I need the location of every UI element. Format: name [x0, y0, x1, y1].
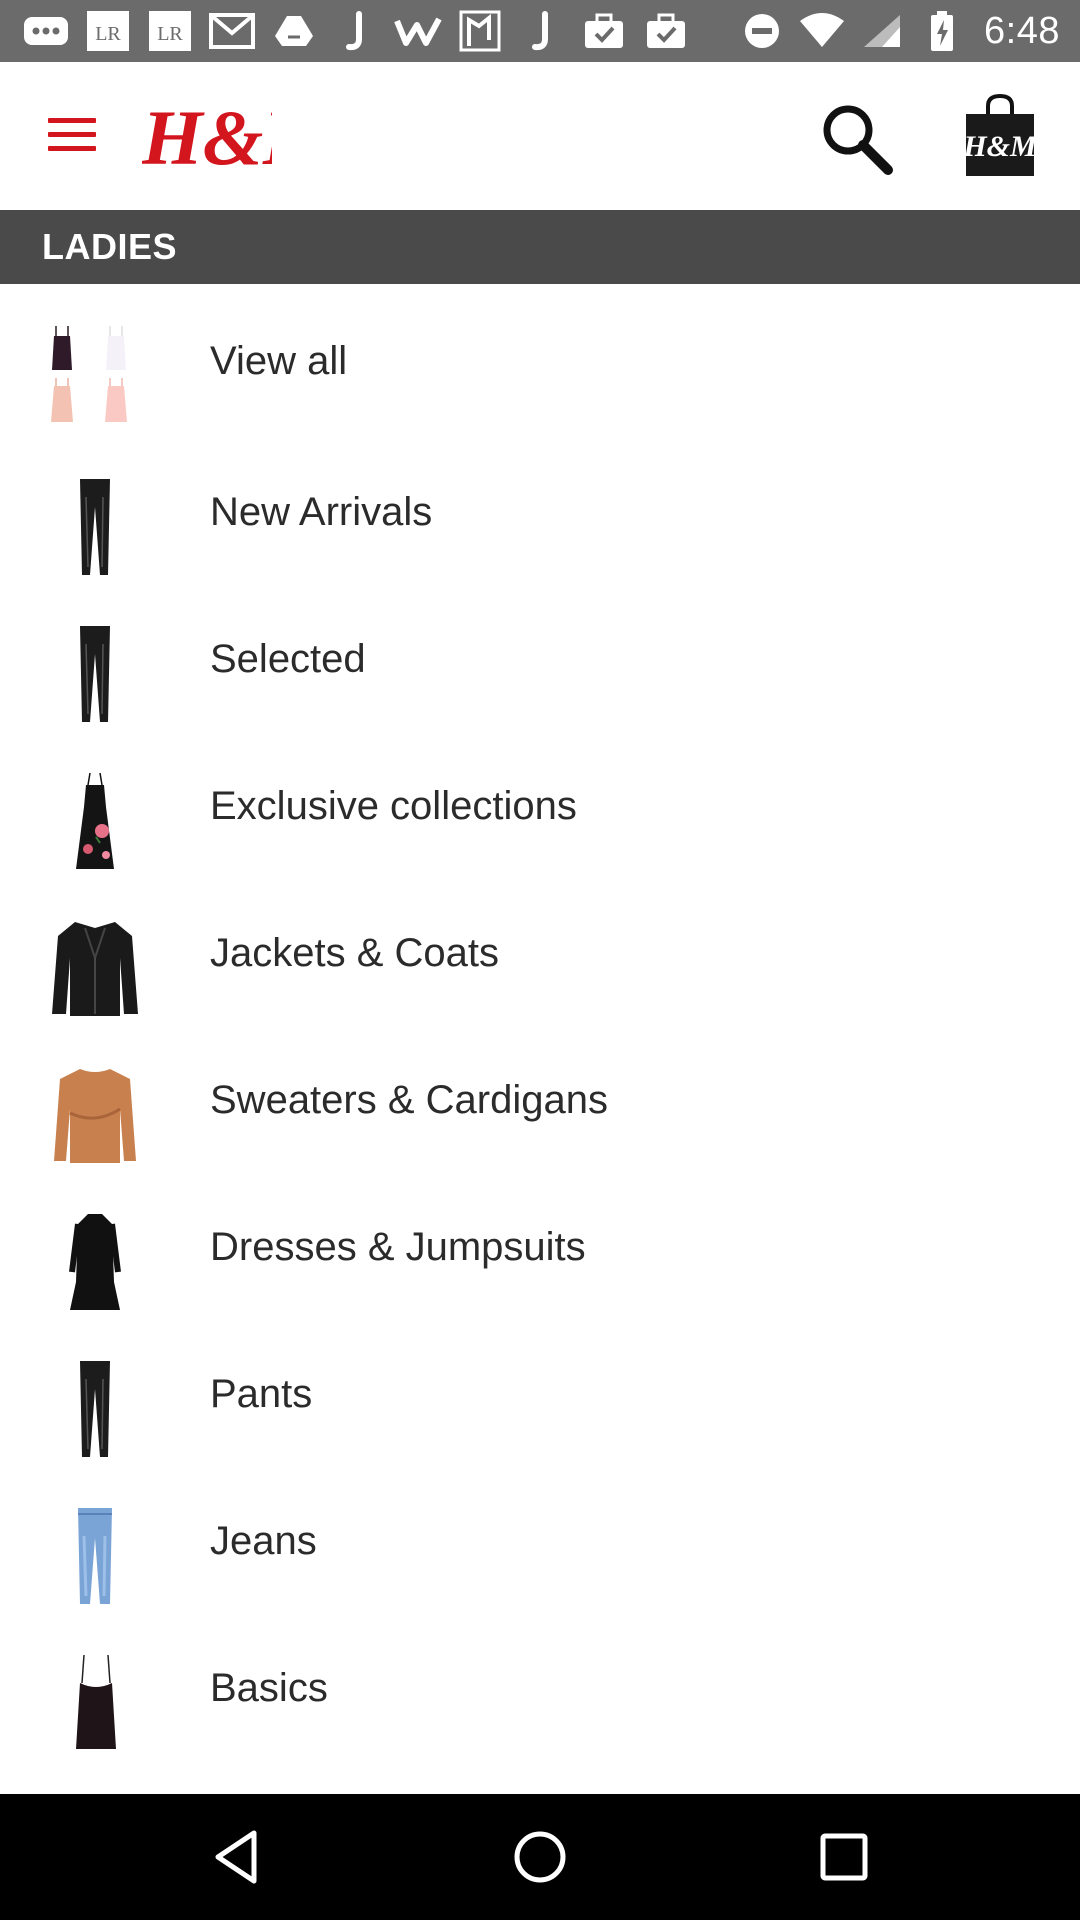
hamburger-line: [48, 146, 96, 151]
gmail-icon: [208, 10, 256, 52]
category-label: Jackets & Coats: [210, 931, 500, 975]
floral-dress-thumbnail: [76, 772, 114, 869]
app-header: H&M H&M: [0, 62, 1080, 210]
logo-text: H&M: [142, 94, 272, 181]
do-not-disturb-icon: [738, 10, 786, 52]
camisole-thumbnail: [76, 1654, 116, 1749]
category-item-jackets-coats[interactable]: Jackets & Coats: [0, 880, 1080, 1027]
more-dots-icon: [22, 10, 70, 52]
category-item-view-all[interactable]: View all: [0, 284, 1080, 439]
wifi-icon: [798, 10, 846, 52]
back-triangle-icon: [215, 1830, 257, 1884]
category-item-selected[interactable]: Selected: [0, 586, 1080, 733]
j-app-icon: [332, 10, 380, 52]
section-title: LADIES: [42, 226, 178, 267]
category-item-dresses-jumpsuits[interactable]: Dresses & Jumpsuits: [0, 1174, 1080, 1321]
status-bar: LR LR 6:48: [0, 0, 1080, 62]
leggings-thumbnail: [80, 1361, 110, 1457]
svg-text:LR: LR: [157, 23, 183, 45]
battery-charging-icon: [918, 10, 966, 52]
category-item-new-arrivals[interactable]: New Arrivals: [0, 439, 1080, 586]
notification-icons: LR LR: [22, 0, 690, 62]
shopping-bag-button[interactable]: H&M: [962, 92, 1038, 178]
leggings-thumbnail: [80, 626, 110, 722]
category-item-sweaters-cardigans[interactable]: Sweaters & Cardigans: [0, 1027, 1080, 1174]
jeans-thumbnail: [78, 1508, 112, 1604]
category-item-basics[interactable]: Basics: [0, 1615, 1080, 1762]
category-label: New Arrivals: [210, 490, 433, 534]
svg-text:LR: LR: [95, 23, 121, 45]
lightroom-icon: LR: [84, 10, 132, 52]
map-app-icon: [456, 10, 504, 52]
category-list: View all New Arrivals Selected Exclusive…: [0, 284, 1080, 1762]
camisoles-thumbnail: [51, 326, 127, 422]
hm-logo[interactable]: H&M: [141, 92, 335, 182]
w-app-icon: [394, 10, 442, 52]
back-button[interactable]: [206, 1827, 266, 1887]
briefcase-check-icon: [580, 10, 628, 52]
category-item-exclusive-collections[interactable]: Exclusive collections: [0, 733, 1080, 880]
lightroom-icon: LR: [146, 10, 194, 52]
leather-jacket-thumbnail: [52, 922, 138, 1016]
hamburger-line: [48, 132, 96, 137]
recents-button[interactable]: [814, 1827, 874, 1887]
category-label: Jeans: [210, 1519, 317, 1563]
clock: 6:48: [984, 9, 1060, 52]
black-dress-thumbnail: [69, 1214, 121, 1310]
home-button[interactable]: [510, 1827, 570, 1887]
system-nav-bar: [0, 1794, 1080, 1920]
search-icon: [823, 105, 893, 175]
signal-icon: [858, 10, 906, 52]
category-label: Sweaters & Cardigans: [210, 1078, 608, 1122]
sweater-thumbnail: [54, 1069, 136, 1163]
j-app-icon: [518, 10, 566, 52]
category-label: Basics: [210, 1666, 328, 1710]
shopping-bag-icon: H&M: [962, 93, 1038, 176]
category-label: Pants: [210, 1372, 313, 1416]
leggings-thumbnail: [80, 479, 110, 575]
section-header: LADIES: [0, 210, 1080, 284]
category-item-jeans[interactable]: Jeans: [0, 1468, 1080, 1615]
category-label: Exclusive collections: [210, 784, 577, 828]
category-label: Dresses & Jumpsuits: [210, 1225, 586, 1269]
menu-button[interactable]: [40, 110, 104, 162]
bag-logo-text: H&M: [962, 130, 1038, 163]
search-button[interactable]: [818, 100, 898, 180]
home-circle-icon: [514, 1831, 566, 1883]
category-label: Selected: [210, 637, 366, 681]
category-item-pants[interactable]: Pants: [0, 1321, 1080, 1468]
system-icons: 6:48: [738, 0, 1060, 62]
drive-icon: [270, 10, 318, 52]
hamburger-menu-icon: [48, 118, 96, 123]
category-label: View all: [210, 339, 348, 383]
recents-square-icon: [820, 1833, 868, 1881]
briefcase-check-icon: [642, 10, 690, 52]
